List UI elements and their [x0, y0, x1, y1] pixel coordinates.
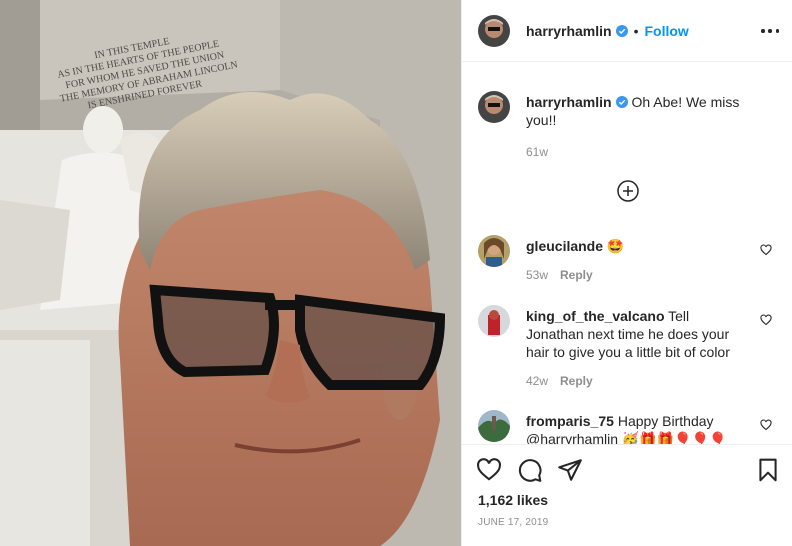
- likes-count[interactable]: 1,162 likes: [478, 492, 548, 508]
- timestamp[interactable]: 42w: [526, 374, 548, 388]
- post-photo[interactable]: IN THIS TEMPLE AS IN THE HEARTS OF THE P…: [0, 0, 461, 546]
- comment-meta: 53w Reply: [526, 268, 593, 282]
- comment-text: fromparis_75 Happy Birthday @harryrhamli…: [526, 412, 746, 444]
- username-link[interactable]: fromparis_75: [526, 413, 614, 429]
- timestamp[interactable]: 53w: [526, 268, 548, 282]
- comment-text: king_of_the_valcano Tell Jonathan next t…: [526, 307, 742, 361]
- username-link[interactable]: gleucilande: [526, 238, 603, 254]
- like-comment-heart-icon[interactable]: [760, 419, 772, 431]
- like-comment-heart-icon[interactable]: [760, 244, 772, 256]
- avatar[interactable]: [478, 305, 510, 337]
- reply-button[interactable]: Reply: [560, 374, 593, 388]
- verified-badge-icon: [615, 25, 628, 37]
- post-header: harryrhamlin • Follow: [462, 0, 792, 62]
- caption-meta: 61w: [526, 145, 548, 159]
- separator: •: [633, 23, 639, 39]
- avatar[interactable]: [478, 235, 510, 267]
- avatar[interactable]: [478, 410, 510, 442]
- selfie-face: [118, 92, 446, 546]
- post-date[interactable]: JUNE 17, 2019: [478, 517, 548, 528]
- share-icon[interactable]: [557, 457, 583, 483]
- like-comment-heart-icon[interactable]: [760, 314, 772, 326]
- avatar[interactable]: [478, 91, 510, 123]
- comment-text: gleucilande 🤩: [526, 237, 766, 255]
- post-sidebar: harryrhamlin • Follow harryrhamlin Oh Ab…: [461, 0, 792, 546]
- comments-section[interactable]: harryrhamlin Oh Abe! We miss you!! 61w g…: [462, 63, 792, 444]
- heart-icon[interactable]: [476, 457, 502, 483]
- comment-meta: 42w Reply: [526, 374, 593, 388]
- avatar[interactable]: [478, 15, 510, 47]
- bookmark-icon[interactable]: [755, 457, 781, 483]
- comment-body: 🤩: [606, 238, 625, 254]
- reply-button[interactable]: Reply: [560, 268, 593, 282]
- header-user: harryrhamlin • Follow: [526, 23, 689, 39]
- more-options-icon[interactable]: [761, 22, 779, 40]
- follow-button[interactable]: Follow: [645, 23, 689, 39]
- post-actions: 1,162 likes JUNE 17, 2019: [462, 444, 792, 546]
- load-more-comments-icon[interactable]: [617, 180, 639, 202]
- photo-illustration: IN THIS TEMPLE AS IN THE HEARTS OF THE P…: [0, 0, 461, 546]
- comment-icon[interactable]: [517, 457, 543, 483]
- username-link[interactable]: king_of_the_valcano: [526, 308, 665, 324]
- timestamp[interactable]: 61w: [526, 145, 548, 159]
- caption-text: harryrhamlin Oh Abe! We miss you!!: [526, 93, 766, 129]
- username-link[interactable]: harryrhamlin: [526, 23, 612, 39]
- username-link[interactable]: harryrhamlin: [526, 94, 612, 110]
- verified-badge-icon: [615, 96, 628, 108]
